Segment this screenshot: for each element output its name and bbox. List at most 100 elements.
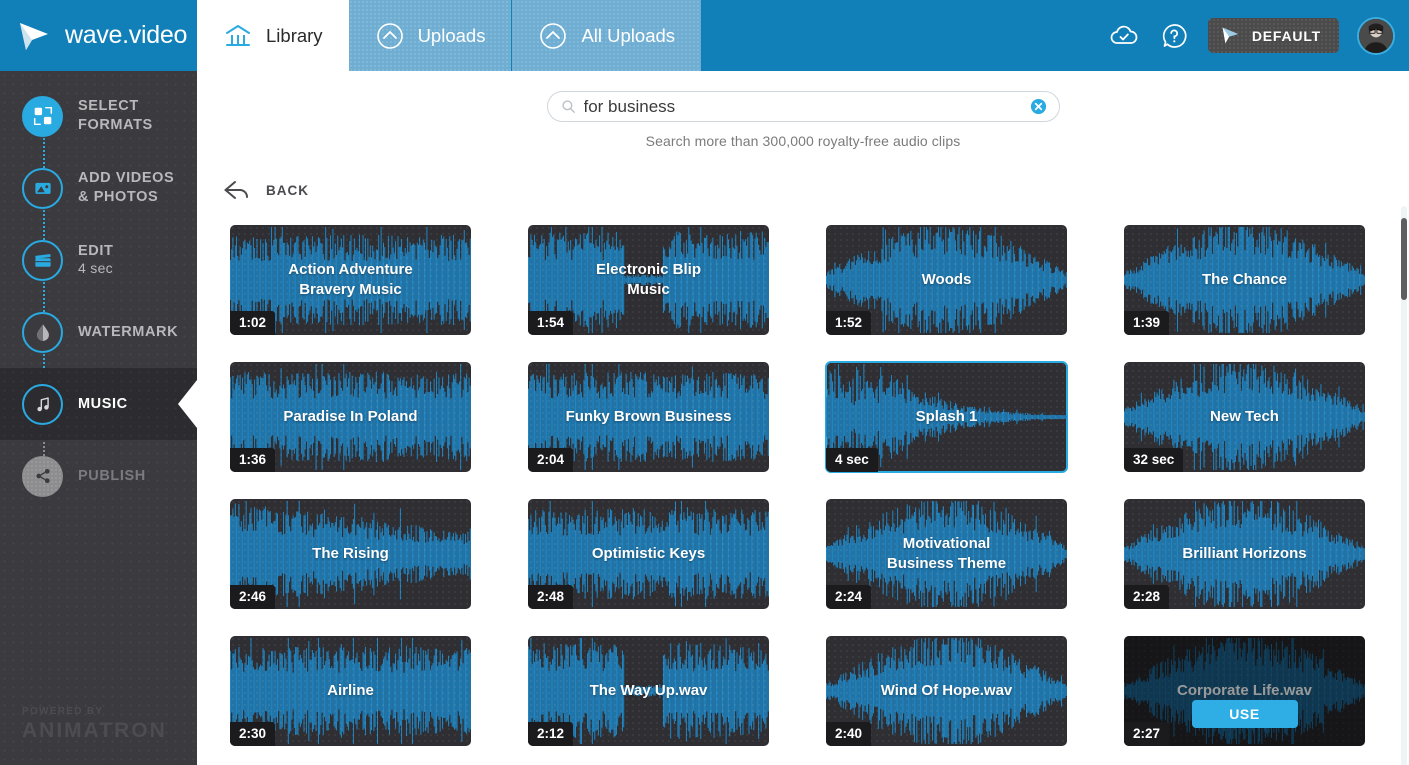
share-icon [22, 456, 63, 497]
formats-icon [22, 96, 63, 137]
audio-card-duration: 2:24 [826, 585, 871, 609]
audio-card-title: The Rising [230, 544, 471, 564]
audio-card-duration: 1:54 [528, 311, 573, 335]
play-triangle-logo [14, 16, 54, 56]
audio-card[interactable]: Electronic BlipMusic1:54 [528, 225, 769, 335]
audio-card[interactable]: Airline 2:30 [230, 636, 471, 746]
audio-card-title: Brilliant Horizons [1124, 544, 1365, 564]
avatar[interactable] [1357, 17, 1395, 55]
audio-card-title: Woods [826, 270, 1067, 290]
sidebar-item-publish[interactable]: PUBLISH [0, 440, 197, 512]
animatron-label: ANIMATRON [22, 719, 167, 743]
sidebar-item-edit[interactable]: EDIT 4 sec [0, 224, 197, 296]
audio-card-duration: 2:28 [1124, 585, 1169, 609]
back-label: BACK [266, 183, 309, 198]
sidebar-item-label: PUBLISH [78, 467, 146, 486]
back-arrow-icon [221, 173, 255, 208]
audio-card-title: MotivationalBusiness Theme [826, 534, 1067, 574]
audio-card[interactable]: MotivationalBusiness Theme 2:24 [826, 499, 1067, 609]
audio-card-duration: 2:46 [230, 585, 275, 609]
audio-card[interactable]: Optimistic Keys2:48 [528, 499, 769, 609]
audio-card-duration: 1:02 [230, 311, 275, 335]
audio-card-title-line: Funky Brown Business [542, 407, 755, 427]
brand[interactable]: wave.video [0, 0, 197, 71]
audio-card-title-line: Paradise In Poland [244, 407, 457, 427]
audio-card-title-line: Action Adventure [244, 260, 457, 280]
audio-card[interactable]: Funky Brown Business2:04 [528, 362, 769, 472]
audio-card-title-line: Optimistic Keys [542, 544, 755, 564]
sidebar-item-music[interactable]: MUSIC [0, 368, 197, 440]
wave-video-editor: wave.video Library [0, 0, 1409, 765]
step-list: SELECT FORMATS ADD VIDEOS & PHOTOS [0, 71, 197, 512]
powered-by-animatron: POWERED BY ANIMATRON [22, 706, 167, 743]
audio-card-title-line: Business Theme [840, 554, 1053, 574]
sidebar-item-label: WATERMARK [78, 323, 178, 342]
default-preset-button[interactable]: DEFAULT [1208, 18, 1339, 53]
tab-all-uploads[interactable]: All Uploads [511, 0, 701, 71]
sidebar: SELECT FORMATS ADD VIDEOS & PHOTOS [0, 71, 197, 765]
audio-card[interactable]: Paradise In Poland 1:36 [230, 362, 471, 472]
audio-card-title-line: Bravery Music [244, 280, 457, 300]
audio-card[interactable]: Wind Of Hope.wav 2:40 [826, 636, 1067, 746]
powered-by-label: POWERED BY [22, 706, 167, 717]
audio-card[interactable]: Corporate Life.wav2:27USE [1124, 636, 1365, 746]
clear-circle-icon[interactable] [1030, 98, 1047, 115]
tab-uploads[interactable]: Uploads [349, 0, 512, 71]
upload-arrow-icon [375, 21, 405, 51]
audio-card-title-line: Airline [244, 681, 457, 701]
cloud-check-icon[interactable] [1108, 20, 1140, 52]
audio-card-title-line: Woods [840, 270, 1053, 290]
audio-card-duration: 2:30 [230, 722, 275, 746]
audio-card-duration: 1:36 [230, 448, 275, 472]
audio-card-duration: 32 sec [1124, 448, 1183, 472]
back-button[interactable]: BACK [221, 173, 331, 208]
audio-card-title: The Chance [1124, 270, 1365, 290]
audio-card-title: Corporate Life.wav [1124, 681, 1365, 701]
audio-card[interactable]: The Way Up.wav2:12 [528, 636, 769, 746]
audio-card-title: The Way Up.wav [528, 681, 769, 701]
tab-library[interactable]: Library [197, 0, 349, 71]
sidebar-item-label: ADD VIDEOS & PHOTOS [78, 169, 174, 206]
scrollbar[interactable] [1401, 206, 1407, 765]
clapperboard-icon [22, 240, 63, 281]
brand-name: wave.video [65, 21, 187, 50]
search-icon [561, 99, 576, 114]
audio-card[interactable]: Splash 14 sec [826, 362, 1067, 472]
audio-card[interactable]: Brilliant Horizons 2:28 [1124, 499, 1365, 609]
audio-card-title-line: Wind Of Hope.wav [840, 681, 1053, 701]
search-area: Search more than 300,000 royalty-free au… [197, 71, 1409, 149]
sidebar-item-label: MUSIC [78, 395, 128, 414]
audio-card-title-line: Corporate Life.wav [1138, 681, 1351, 701]
question-circle-icon[interactable] [1158, 20, 1190, 52]
sidebar-item-select-formats[interactable]: SELECT FORMATS [0, 80, 197, 152]
search-input[interactable] [584, 97, 1030, 117]
search-box[interactable] [547, 91, 1060, 122]
audio-card-title-line: Electronic Blip [542, 260, 755, 280]
sidebar-item-watermark[interactable]: WATERMARK [0, 296, 197, 368]
audio-card-title-line: New Tech [1138, 407, 1351, 427]
audio-card[interactable]: New Tech 32 sec [1124, 362, 1365, 472]
audio-results-grid: Action AdventureBravery Music 1:02 Electro… [230, 225, 1409, 765]
tab-uploads-label: Uploads [418, 25, 486, 47]
audio-card[interactable]: Woods1:52 [826, 225, 1067, 335]
audio-card-duration: 2:40 [826, 722, 871, 746]
top-bar: wave.video Library [0, 0, 1409, 71]
tab-bar: Library Uploads All Up [197, 0, 701, 71]
audio-card-duration: 4 sec [826, 448, 878, 472]
audio-card-title: Airline [230, 681, 471, 701]
audio-card-title: Wind Of Hope.wav [826, 681, 1067, 701]
audio-card[interactable]: The Rising 2:46 [230, 499, 471, 609]
library-building-icon [223, 21, 253, 51]
play-triangle-icon [1218, 22, 1242, 49]
photo-icon [22, 168, 63, 209]
audio-card-title-line: The Rising [244, 544, 457, 564]
audio-card[interactable]: Action AdventureBravery Music 1:02 [230, 225, 471, 335]
scrollbar-thumb[interactable] [1401, 218, 1407, 300]
audio-card[interactable]: The Chance1:39 [1124, 225, 1365, 335]
upload-arrow-icon [538, 21, 568, 51]
use-button[interactable]: USE [1192, 700, 1298, 728]
music-note-icon [22, 384, 63, 425]
droplet-icon [22, 312, 63, 353]
sidebar-item-add-videos-photos[interactable]: ADD VIDEOS & PHOTOS [0, 152, 197, 224]
audio-card-title-line: The Way Up.wav [542, 681, 755, 701]
